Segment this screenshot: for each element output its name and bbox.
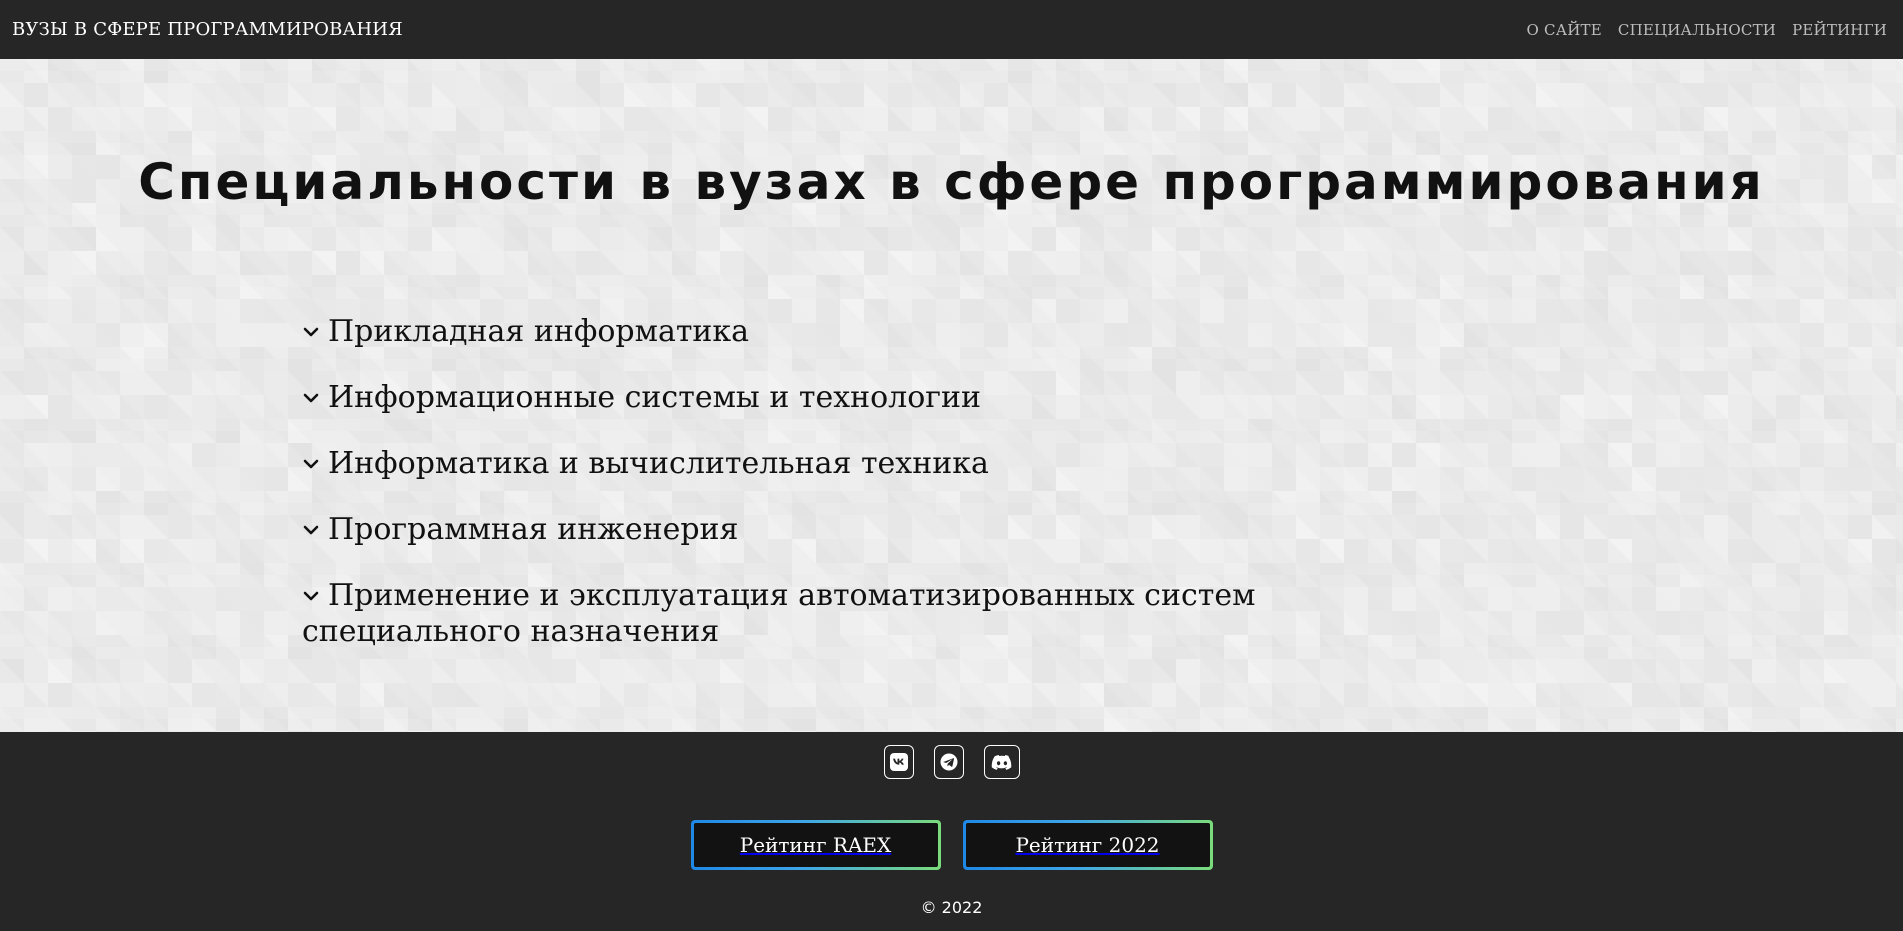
top-navbar: ВУЗЫ В СФЕРЕ ПРОГРАММИРОВАНИЯ О САЙТЕ СП… (0, 0, 1903, 59)
discord-icon[interactable] (983, 745, 1020, 779)
chevron-down-icon (302, 380, 322, 416)
raex-rating-button-label: Рейтинг RAEX (693, 823, 938, 867)
telegram-icon[interactable] (933, 745, 964, 779)
chevron-down-icon (302, 446, 322, 482)
specialty-label: Информатика и вычислительная техника (328, 446, 989, 481)
specialty-item-information-systems[interactable]: Информационные системы и технологии (302, 380, 1462, 416)
specialty-item-software-engineering[interactable]: Программная инженерия (302, 512, 1462, 548)
site-brand-link[interactable]: ВУЗЫ В СФЕРЕ ПРОГРАММИРОВАНИЯ (12, 19, 403, 40)
nav-link-about[interactable]: О САЙТЕ (1527, 21, 1602, 39)
social-links (0, 745, 1903, 779)
specialty-item-automated-systems[interactable]: Применение и эксплуатация автоматизирова… (302, 578, 1462, 650)
chevron-down-icon (302, 314, 322, 350)
page-title: Специальности в вузах в сфере программир… (138, 153, 1765, 211)
copyright-text: © 2022 (920, 898, 983, 917)
rating-2022-button[interactable]: Рейтинг 2022 (962, 820, 1213, 870)
specialty-label: Применение и эксплуатация автоматизирова… (302, 578, 1256, 649)
specialty-item-computer-science[interactable]: Информатика и вычислительная техника (302, 446, 1462, 482)
rating-buttons: Рейтинг RAEX Рейтинг 2022 (0, 820, 1903, 870)
vk-icon[interactable] (883, 745, 914, 779)
specialty-item-applied-informatics[interactable]: Прикладная информатика (302, 314, 1462, 350)
nav-link-specialties[interactable]: СПЕЦИАЛЬНОСТИ (1618, 21, 1776, 39)
specialties-list: Прикладная информатика Информационные си… (302, 314, 1462, 680)
nav-link-ratings[interactable]: РЕЙТИНГИ (1792, 21, 1887, 39)
specialty-label: Информационные системы и технологии (328, 380, 982, 415)
main-content: Специальности в вузах в сфере программир… (0, 59, 1903, 732)
site-footer: Рейтинг RAEX Рейтинг 2022 © 2022 (0, 732, 1903, 931)
raex-rating-button[interactable]: Рейтинг RAEX (690, 820, 941, 870)
specialty-label: Программная инженерия (328, 512, 739, 547)
specialty-label: Прикладная информатика (328, 314, 750, 349)
chevron-down-icon (302, 512, 322, 548)
main-nav: О САЙТЕ СПЕЦИАЛЬНОСТИ РЕЙТИНГИ (1527, 21, 1887, 39)
rating-2022-button-label: Рейтинг 2022 (965, 823, 1210, 867)
chevron-down-icon (302, 578, 322, 614)
